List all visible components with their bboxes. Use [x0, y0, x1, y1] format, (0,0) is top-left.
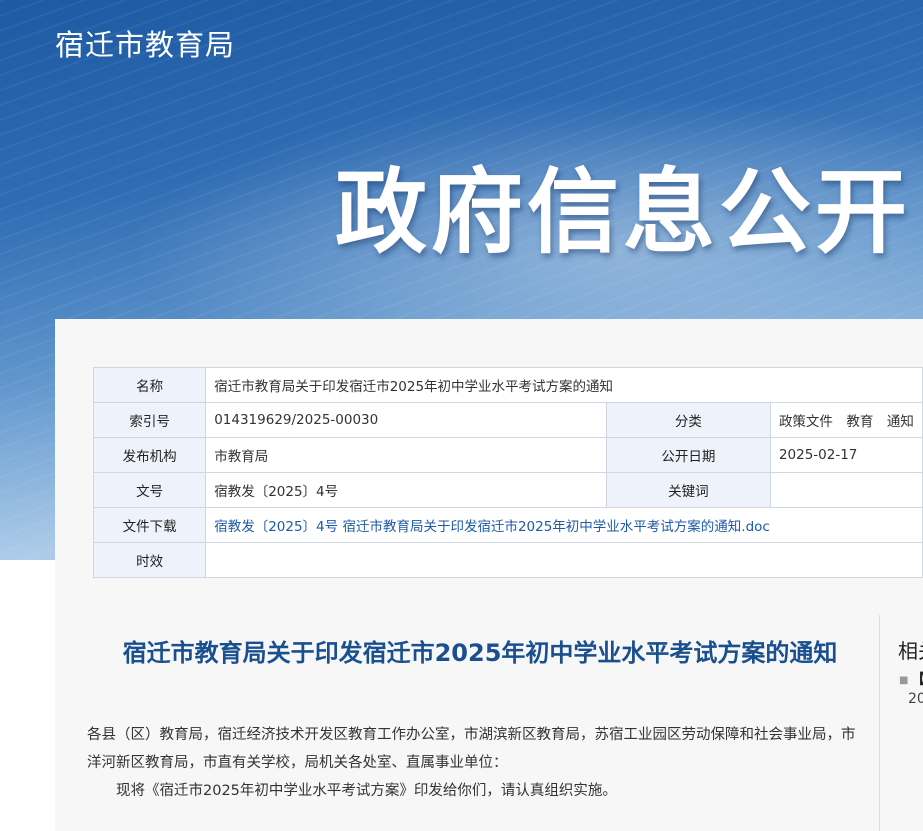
index-value: 014319629/2025-00030 [205, 402, 607, 438]
publisher-value: 市教育局 [205, 437, 607, 473]
index-label: 索引号 [92, 402, 207, 438]
validity-label: 时效 [92, 542, 207, 578]
keywords-label: 关键词 [605, 472, 771, 508]
article-body: 各县（区）教育局，宿迁经济技术开发区教育工作办公室，市湖滨新区教育局，苏宿工业园… [87, 721, 867, 805]
related-item-link[interactable]: 【 [911, 669, 923, 689]
download-cell: 宿教发〔2025〕4号 宿迁市教育局关于印发宿迁市2025年初中学业水平考试方案… [205, 507, 923, 543]
docno-value: 宿教发〔2025〕4号 [205, 472, 607, 508]
table-row: 名称 宿迁市教育局关于印发宿迁市2025年初中学业水平考试方案的通知 [92, 367, 923, 403]
date-value: 2025-02-17 [769, 437, 923, 473]
keywords-value [769, 472, 923, 508]
table-row: 时效 [92, 542, 923, 578]
name-value: 宿迁市教育局关于印发宿迁市2025年初中学业水平考试方案的通知 [205, 367, 923, 403]
table-row: 索引号 014319629/2025-00030 分类 政策文件 教育 通知 [92, 402, 923, 438]
download-link[interactable]: 宿教发〔2025〕4号 宿迁市教育局关于印发宿迁市2025年初中学业水平考试方案… [214, 519, 770, 535]
bullet-icon: ■ [899, 675, 909, 686]
date-label: 公开日期 [605, 437, 771, 473]
publisher-label: 发布机构 [92, 437, 207, 473]
docno-label: 文号 [92, 472, 207, 508]
content-panel: 名称 宿迁市教育局关于印发宿迁市2025年初中学业水平考试方案的通知 索引号 0… [55, 319, 923, 831]
article-paragraph: 现将《宿迁市2025年初中学业水平考试方案》印发给你们，请认真组织实施。 [116, 783, 617, 799]
download-label: 文件下载 [92, 507, 207, 543]
table-row: 文号 宿教发〔2025〕4号 关键词 [92, 472, 923, 508]
validity-value [205, 542, 923, 578]
table-row: 发布机构 市教育局 公开日期 2025-02-17 [92, 437, 923, 473]
category-value: 政策文件 教育 通知 [769, 402, 923, 438]
article-recipients: 各县（区）教育局，宿迁经济技术开发区教育工作办公室，市湖滨新区教育局，苏宿工业园… [87, 727, 856, 771]
table-row: 文件下载 宿教发〔2025〕4号 宿迁市教育局关于印发宿迁市2025年初中学业水… [92, 507, 923, 543]
sidebar-divider [879, 615, 880, 831]
category-label: 分类 [605, 402, 771, 438]
name-label: 名称 [92, 367, 207, 403]
article-title: 宿迁市教育局关于印发宿迁市2025年初中学业水平考试方案的通知 [122, 639, 838, 667]
hero-title: 政府信息公开 [335, 159, 912, 266]
related-title: 相关 [898, 639, 923, 663]
related-item-date: 20 [908, 691, 923, 707]
site-name[interactable]: 宿迁市教育局 [55, 22, 235, 64]
info-table: 名称 宿迁市教育局关于印发宿迁市2025年初中学业水平考试方案的通知 索引号 0… [92, 367, 923, 578]
